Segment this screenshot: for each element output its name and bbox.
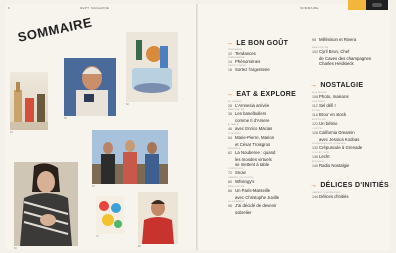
toc-entry[interactable]: ENQUÊTE 62 La Nouberee : quand <box>228 148 275 156</box>
arrow-right-icon: → <box>310 182 318 189</box>
section-heading-bon-gout[interactable]: → LE BON GOÛT <box>226 40 288 47</box>
toc-entry[interactable]: RENCONTRE 38 Les banelbullers <box>228 109 266 117</box>
toc-entry[interactable]: RENCONTRE 86 Un Paris-Marseille <box>228 186 270 194</box>
arrow-right-icon: → <box>310 82 318 89</box>
caption-book: 72 <box>96 235 99 238</box>
toc-entry[interactable]: COLLECTION 136Lecht <box>312 152 330 160</box>
photo-still-life <box>126 32 178 102</box>
toc-entry-cont[interactable]: sobrelier <box>235 210 251 216</box>
folio-left: 6 <box>8 6 10 10</box>
toc-entry-cont[interactable]: et César Troisgros <box>235 142 270 148</box>
toc-entry[interactable]: RENCONTRE 102Cyril Brun, Chef <box>312 47 349 55</box>
running-head-right: SOMMAIRE <box>300 6 319 10</box>
toc-entry-cont[interactable]: Charles Heidsieck <box>319 61 354 67</box>
photo-group <box>92 130 168 184</box>
toc-entry[interactable]: TENDANCE 12 Tendances <box>228 49 256 57</box>
toc-entry[interactable]: BOUTIQUE 122Un bétino <box>312 119 337 127</box>
caption-bottles: 43 <box>10 131 13 134</box>
caption-chef: 56 <box>64 117 67 120</box>
photo-colorful-book <box>96 196 124 234</box>
section-heading-delices[interactable]: → DÉLICES D'INITIÉS <box>310 182 389 189</box>
arrow-right-icon: → <box>226 91 234 98</box>
photo-chef-portrait <box>64 58 116 116</box>
photo-woman-sweater <box>14 162 78 246</box>
caption-man-red: 86 <box>138 245 141 248</box>
toc-entry[interactable]: PORTFOLIO 72 Snow <box>228 168 246 176</box>
corner-thumbnail[interactable] <box>348 0 388 12</box>
corner-yellow-swatch <box>348 0 366 10</box>
photo-bottles <box>10 72 48 130</box>
toc-entry[interactable]: LE DERNIER 96 J'ai décidé de devenir <box>228 201 276 209</box>
toc-entry-cont[interactable]: comme Il d'Arsere <box>235 118 270 124</box>
toc-entry[interactable]: DÉCRYPTAGE 18 Sortez l'argenterie <box>228 65 270 73</box>
toc-entry[interactable]: 98 Millésison et Rivera <box>312 37 356 43</box>
caption-group: 54 <box>92 185 95 188</box>
toc-entry[interactable]: PORTRAIT 54 Marie-Pierre, Marion <box>228 133 274 141</box>
toc-entry[interactable]: PORTRAIT 112Sel défi ! <box>312 101 336 109</box>
arrow-right-icon: → <box>226 40 234 47</box>
caption-still-life: 62 <box>126 103 129 106</box>
corner-dark-thumbnail <box>366 0 388 10</box>
toc-entry[interactable]: CARNET D'ADRESSES 144Délices d'initiés <box>312 192 348 200</box>
magazine-spread: 6 DEPT. MAGAZINE SOMMAIRE SOMMAIRE 43 56 <box>0 0 396 253</box>
toc-entry-cont[interactable]: avec Christophe Juville <box>235 195 279 201</box>
toc-entry[interactable]: STYLE 118Brou' en stock <box>312 110 346 118</box>
toc-entry[interactable]: À TABLE 46 avec Enrico Macias <box>228 124 272 132</box>
toc-entry[interactable]: PHÉNOMÈNE 14 Phénomènes <box>228 57 260 65</box>
caption-woman: 46 <box>14 247 17 250</box>
toc-entry-cont[interactable]: se mettent à table <box>235 162 269 168</box>
toc-entry[interactable]: L'HÔTEL 128California Dreamin <box>312 128 355 136</box>
section-heading-eat-explore[interactable]: → EAT & EXPLORE <box>226 91 296 98</box>
photo-man-red <box>138 192 178 244</box>
toc-entry-cont[interactable]: avec Jessica Koobas <box>319 137 359 143</box>
section-heading-nostalgie[interactable]: → NOSTALGIE <box>310 82 363 89</box>
toc-entry[interactable]: NOSTALGIE 108Photo, maisons <box>312 92 349 100</box>
toc-entry[interactable]: CARNET DE ROUTE 80 Whisngy's <box>228 177 254 185</box>
toc-entry[interactable]: SOUVENIRS DE VOYAGES 132Crépuscule à Gren… <box>312 143 362 151</box>
toc-entry[interactable]: MUSIQUE 140Radio Nostalgie <box>312 161 349 169</box>
running-head-left: DEPT. MAGAZINE <box>80 6 110 10</box>
toc-entry[interactable]: LE GRAND 28 L'Amnesia arrivée <box>228 101 269 109</box>
